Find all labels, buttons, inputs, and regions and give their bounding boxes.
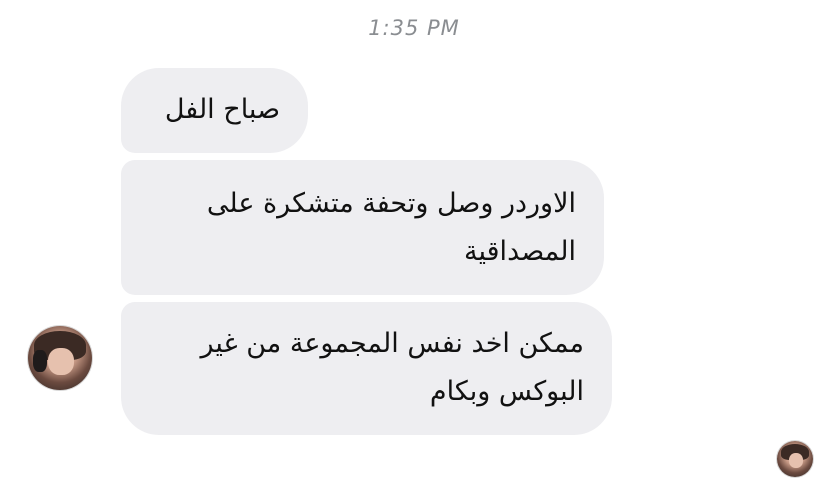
message-bubble[interactable]: ممكن اخد نفس المجموعة من غير البوكس وبكا… [121,302,612,435]
avatar-face-shape [788,453,803,469]
sender-avatar-icon[interactable] [28,326,92,390]
seen-avatar-icon [777,441,813,477]
message-timestamp: 1:35 PM [368,16,460,40]
avatar-face-shape [48,347,75,375]
avatar-headphone-shape [33,350,48,373]
message-bubble[interactable]: الاوردر وصل وتحفة متشكرة على المصداقية [121,160,604,295]
message-bubble[interactable]: صباح الفل [121,68,308,153]
